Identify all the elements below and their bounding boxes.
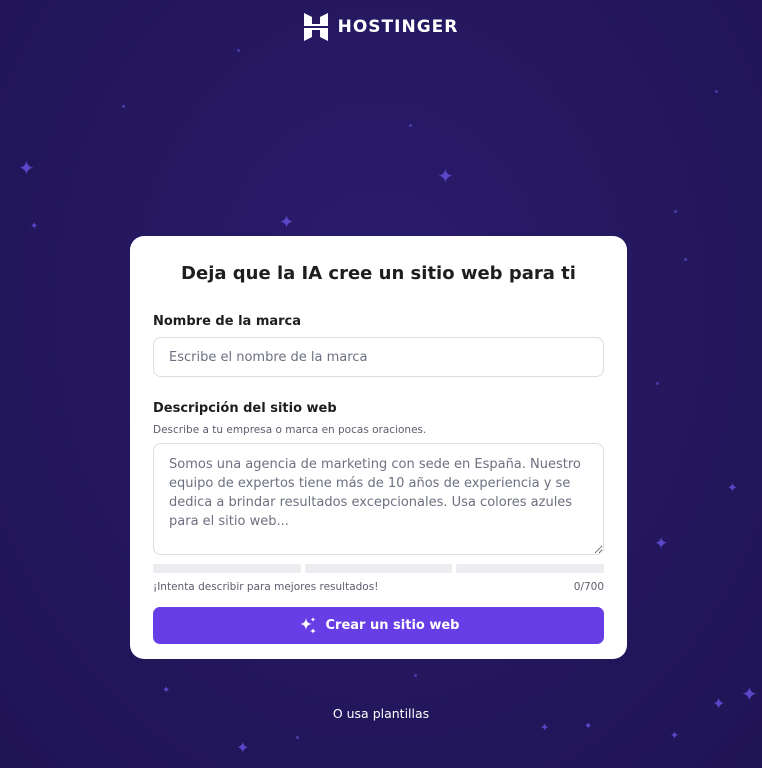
description-textarea[interactable] [153,443,604,555]
star-dot [674,210,677,213]
sparkle-star-icon: ✦ [162,685,171,696]
sparkle-star-icon: ✦ [18,156,35,180]
meter-info-row: ¡Intenta describir para mejores resultad… [153,581,604,593]
card-title: Deja que la IA cree un sitio web para ti [181,263,576,284]
sparkle-star-icon: ✦ [727,481,738,496]
strength-meter-segment [304,564,453,573]
sparkle-star-icon: ✦ [654,534,669,554]
hostinger-logo-icon [303,13,328,41]
description-strength-meter [153,564,605,573]
description-label: Descripción del sitio web [153,401,337,416]
star-dot [122,105,125,108]
brand-name-input[interactable] [153,337,604,377]
star-dot [684,258,687,261]
use-templates-link[interactable]: O usa plantillas [333,706,429,721]
brand-name: HOSTINGER [337,17,459,37]
sparkle-star-icon: ✦ [236,738,250,757]
create-website-label: Crear un sitio web [325,618,460,633]
brand-logo[interactable]: HOSTINGER [0,13,762,41]
create-website-button[interactable]: Crear un sitio web [153,607,604,644]
star-dot [715,90,718,93]
sparkle-star-icon: ✦ [30,221,39,232]
sparkle-star-icon: ✦ [540,721,550,734]
star-dot [296,736,299,739]
description-hint: Describe a tu empresa o marca en pocas o… [153,424,427,436]
sparkle-star-icon: ✦ [437,164,454,188]
ai-website-builder-card: Deja que la IA cree un sitio web para ti… [130,236,627,659]
sparkle-star-icon: ✦ [670,729,680,742]
sparkle-star-icon: ✦ [279,212,295,233]
sparkle-star-icon: ✦ [741,682,758,706]
templates-link-container: O usa plantillas [0,706,762,721]
star-dot [656,382,659,385]
star-dot [414,674,417,677]
sparkles-icon [299,616,316,634]
star-dot [409,124,412,127]
brand-name-label: Nombre de la marca [153,314,302,329]
strength-hint-text: ¡Intenta describir para mejores resultad… [153,581,379,593]
star-dot [237,49,240,52]
char-counter: 0/700 [573,581,604,593]
strength-meter-segment [153,564,301,573]
sparkle-star-icon: ✦ [584,721,593,732]
strength-meter-segment [456,564,605,573]
